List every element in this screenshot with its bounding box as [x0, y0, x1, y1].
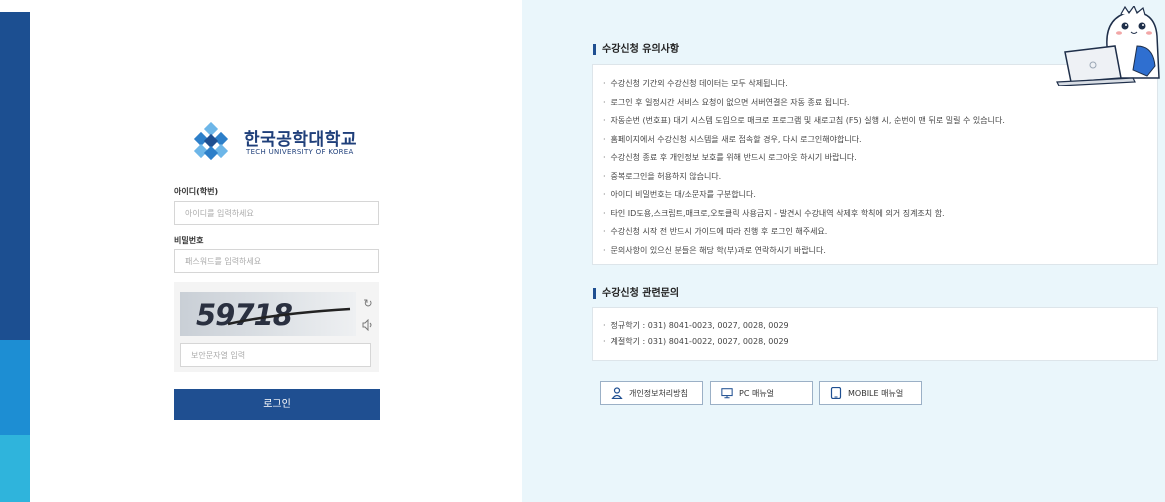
privacy-policy-button[interactable]: 개인정보처리방침: [600, 381, 703, 405]
password-input[interactable]: [174, 249, 379, 273]
strip-top: [0, 0, 30, 12]
captcha-box: 59718 ↻: [174, 282, 379, 372]
notice-item: 로그인 후 일정시간 서비스 요청이 없으면 서버연결은 자동 종료 됩니다.: [603, 94, 1157, 113]
notice-item: 수강신청 종료 후 개인정보 보호를 위해 반드시 로그아웃 하시기 바랍니다.: [603, 149, 1157, 168]
notice-list: 수강신청 기간외 수강신청 데이터는 모두 삭제됩니다. 로그인 후 일정시간 …: [593, 65, 1157, 260]
id-label: 아이디(학번): [174, 187, 219, 196]
person-icon: [611, 387, 623, 399]
contact-box: 정규학기 : 031) 8041-0023, 0027, 0028, 0029 …: [592, 307, 1158, 361]
privacy-policy-label: 개인정보처리방침: [629, 388, 688, 398]
captcha-image: 59718: [180, 292, 356, 336]
notice-item: 수강신청 시작 전 반드시 가이드에 따라 진행 후 로그인 해주세요.: [603, 223, 1157, 242]
notice-item: 중복로그인을 허용하지 않습니다.: [603, 168, 1157, 187]
university-logo-icon: [193, 122, 229, 161]
university-name: 한국공학대학교: [244, 130, 357, 150]
id-input[interactable]: [174, 201, 379, 225]
notice-item: 아이디 비밀번호는 대/소문자를 구분합니다.: [603, 186, 1157, 205]
pc-manual-button[interactable]: PC 매뉴얼: [710, 381, 813, 405]
university-english-name: TECH UNIVERSITY OF KOREA: [246, 148, 354, 156]
strip-light-blue: [0, 435, 30, 502]
strip-mid-blue: [0, 340, 30, 435]
contact-list: 정규학기 : 031) 8041-0023, 0027, 0028, 0029 …: [593, 308, 1157, 350]
info-panel: 수강신청 유의사항 수강신청 기간외 수강신청 데이터는 모두 삭제됩니다. 로…: [522, 0, 1165, 502]
contact-title: 수강신청 관련문의: [593, 288, 679, 299]
speaker-icon[interactable]: [360, 318, 376, 335]
mobile-manual-button[interactable]: MOBILE 매뉴얼: [819, 381, 922, 405]
left-color-strip: [0, 0, 30, 502]
notice-item: 문의사항이 있으신 분들은 해당 학(부)과로 연락하시기 바랍니다.: [603, 242, 1157, 261]
pc-manual-label: PC 매뉴얼: [739, 388, 775, 398]
tablet-icon: [830, 387, 842, 399]
captcha-noise-line: [227, 307, 351, 326]
dinosaur-mascot-icon: [1056, 6, 1160, 86]
password-label: 비밀번호: [174, 236, 204, 245]
refresh-icon[interactable]: ↻: [360, 296, 376, 312]
login-panel: 한국공학대학교 TECH UNIVERSITY OF KOREA 아이디(학번)…: [30, 0, 522, 502]
captcha-input[interactable]: [180, 343, 371, 367]
university-logo: 한국공학대학교 TECH UNIVERSITY OF KOREA: [192, 122, 392, 162]
contact-item: 계절학기 : 031) 8041-0022, 0027, 0028, 0029: [603, 334, 1157, 350]
notice-item: 홈페이지에서 수강신청 시스템을 새로 접속할 경우, 다시 로그인해야합니다.: [603, 131, 1157, 150]
monitor-icon: [721, 388, 733, 399]
strip-dark-blue: [0, 12, 30, 340]
login-button[interactable]: 로그인: [174, 389, 380, 420]
notice-item: 자동순번 (번호표) 대기 시스템 도입으로 매크로 프로그램 및 새로고침 (…: [603, 112, 1157, 131]
notice-box: 수강신청 기간외 수강신청 데이터는 모두 삭제됩니다. 로그인 후 일정시간 …: [592, 64, 1158, 265]
notice-item: 타인 ID도용,스크립트,매크로,오토클릭 사용금지 - 발견시 수강내역 삭제…: [603, 205, 1157, 224]
notice-title: 수강신청 유의사항: [593, 44, 679, 55]
contact-item: 정규학기 : 031) 8041-0023, 0027, 0028, 0029: [603, 318, 1157, 334]
mobile-manual-label: MOBILE 매뉴얼: [848, 388, 904, 398]
